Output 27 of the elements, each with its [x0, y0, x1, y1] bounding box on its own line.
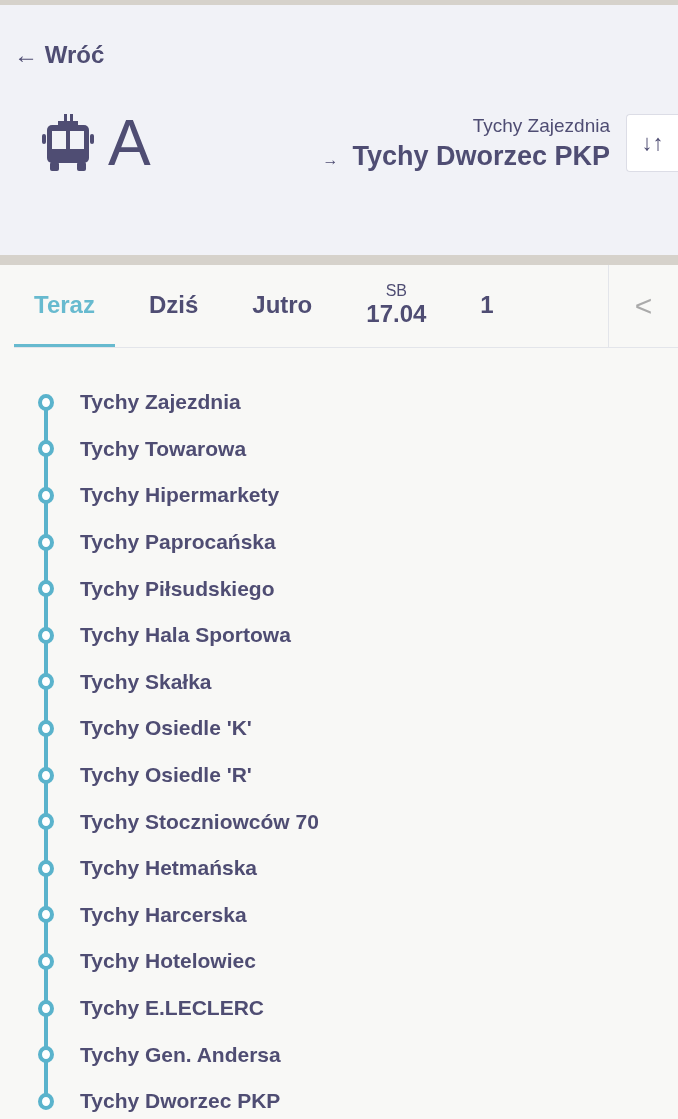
stop-name[interactable]: Tychy Dworzec PKP — [80, 1089, 281, 1114]
day-tab[interactable]: 1 — [460, 265, 498, 347]
back-link[interactable]: ← Wróć — [14, 41, 105, 69]
swap-direction-button[interactable]: ↓↑ — [626, 114, 678, 172]
stop-name[interactable]: Tychy Hotelowiec — [80, 949, 256, 974]
day-tab[interactable]: Dziś — [128, 265, 219, 347]
stop-name[interactable]: Tychy Hipermarkety — [80, 483, 280, 508]
origin-stop: Tychy Zajezdnia — [472, 114, 610, 137]
stop-name[interactable]: Tychy Stoczniowców 70 — [80, 809, 319, 834]
trolleybus-icon — [42, 114, 94, 172]
stop-name[interactable]: Tychy Zajezdnia — [80, 390, 241, 415]
stop-name[interactable]: Tychy Osiedle 'R' — [80, 763, 252, 788]
arrow-icon: → — [322, 150, 339, 169]
stop-name[interactable]: Tychy Hetmańska — [80, 856, 258, 881]
day-tab[interactable]: Jutro — [232, 265, 333, 347]
stop-name[interactable]: Tychy Hala Sportowa — [80, 623, 291, 648]
destination-stop: Tychy Dworzec PKP — [352, 140, 610, 172]
stop-name[interactable]: Tychy E.LECLERC — [80, 996, 264, 1020]
stop-name[interactable]: Tychy Harcerska — [80, 902, 247, 927]
stop-name[interactable]: Tychy Towarowa — [80, 436, 247, 461]
day-tab[interactable]: SB 17.04 — [346, 265, 447, 347]
stop-name[interactable]: Tychy Piłsudskiego — [80, 576, 275, 601]
stop-name[interactable]: Tychy Osiedle 'K' — [80, 716, 252, 741]
stop-name[interactable]: Tychy Skałka — [80, 669, 212, 694]
stop-name[interactable]: Tychy Gen. Andersa — [80, 1042, 281, 1067]
line-number: A — [108, 111, 151, 175]
stop-name[interactable]: Tychy Paprocańska — [80, 530, 276, 555]
